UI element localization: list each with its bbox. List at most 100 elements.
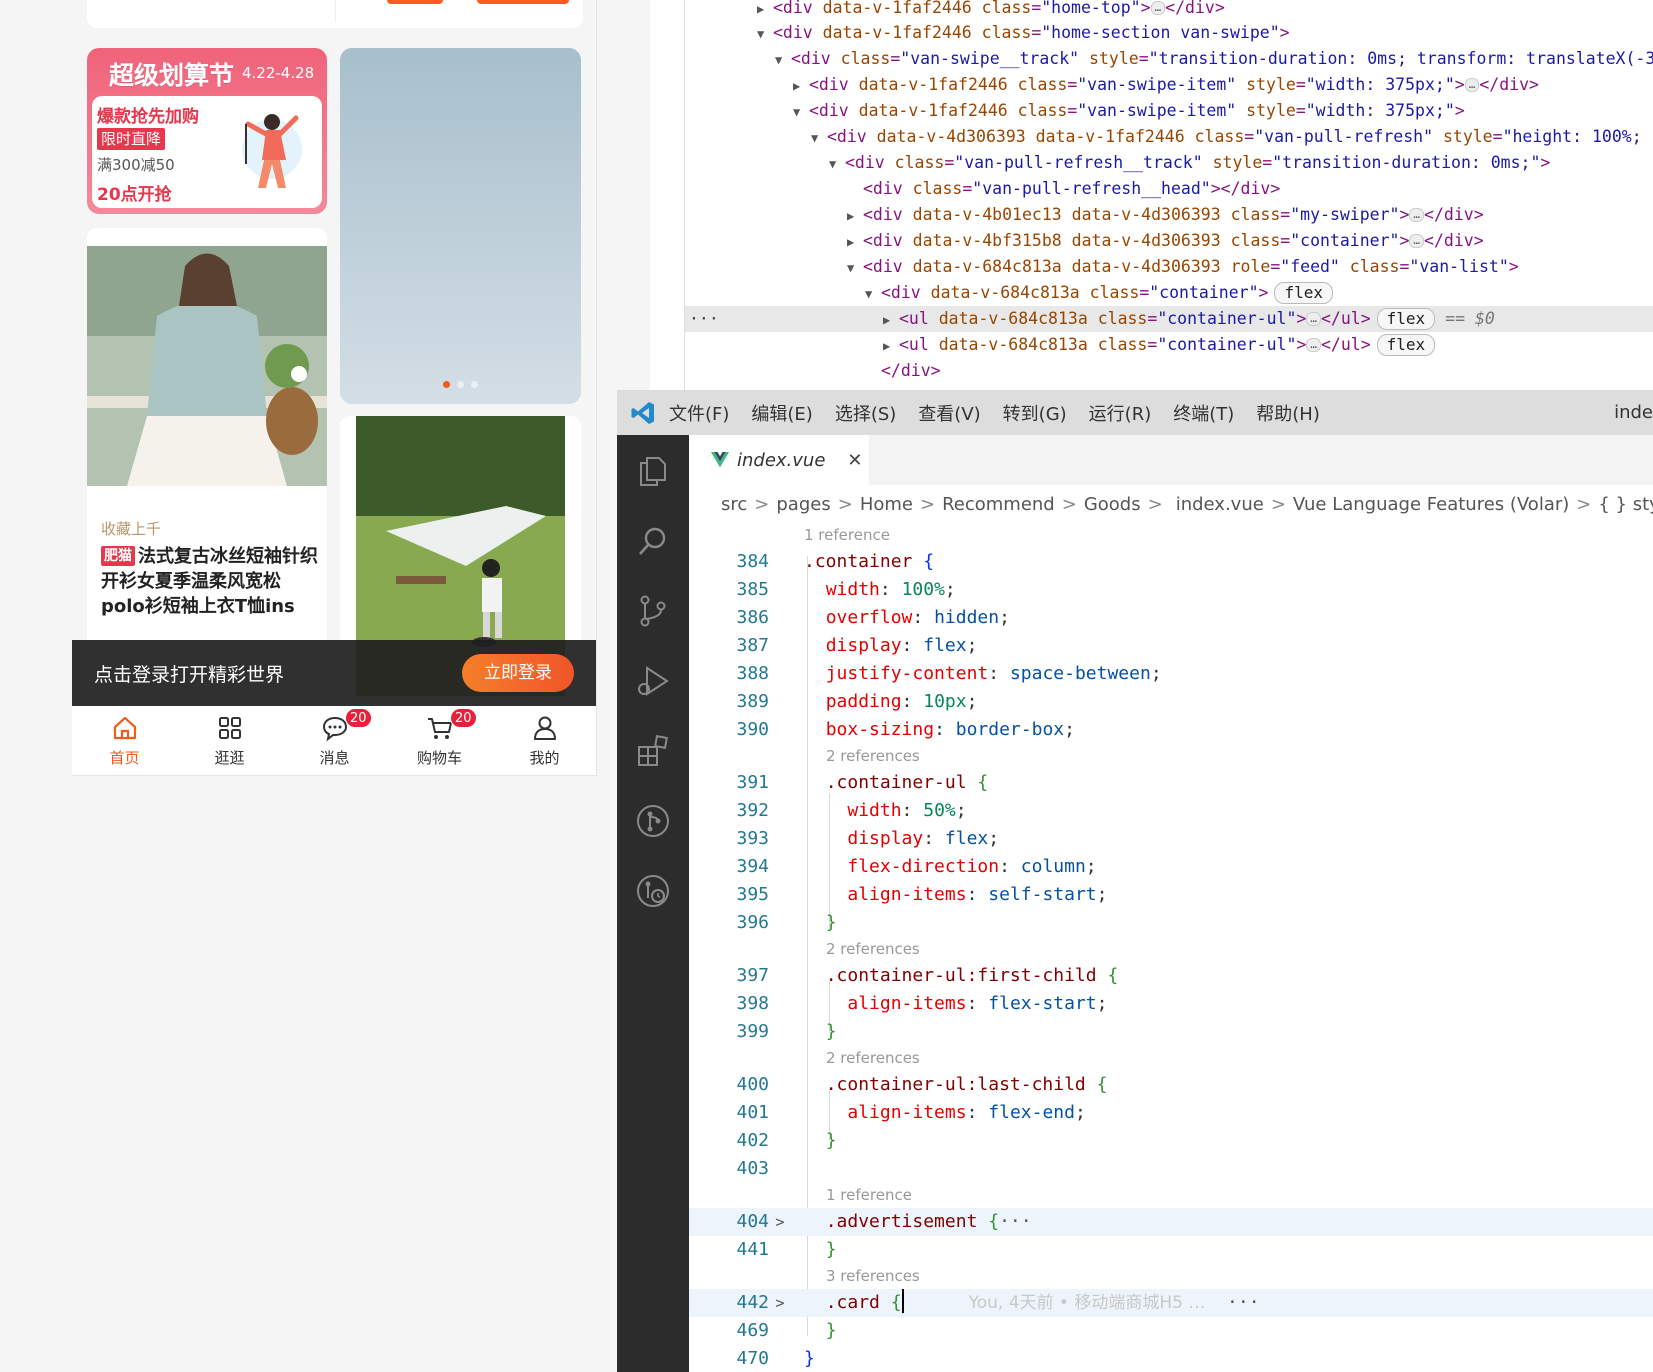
code-lens-references[interactable]: 1 reference <box>804 523 890 547</box>
menu-terminal[interactable]: 终端(T) <box>1173 400 1234 426</box>
dom-tree-node[interactable]: </div> <box>685 358 941 384</box>
product-card[interactable]: 收藏上千 肥猫 法式复古冰丝短袖针织开衫女夏季温柔风宽松polo衫短袖上衣T恤in… <box>87 228 327 648</box>
extensions-icon[interactable] <box>635 733 671 769</box>
swiper-dot[interactable] <box>457 381 464 388</box>
menu-selection[interactable]: 选择(S) <box>835 400 896 426</box>
product-title: 肥猫 法式复古冰丝短袖针织开衫女夏季温柔风宽松polo衫短袖上衣T恤ins <box>101 544 319 619</box>
expand-ellipsis-button[interactable]: … <box>1306 312 1321 326</box>
expand-triangle-icon[interactable]: ▼ <box>757 21 773 47</box>
folded-region-indicator[interactable]: ··· <box>999 1211 1032 1232</box>
folded-region-indicator[interactable]: ··· <box>1227 1292 1260 1313</box>
git-graph-icon[interactable] <box>635 803 671 839</box>
git-history-icon[interactable] <box>635 873 671 909</box>
dom-tree-node[interactable]: ▼ <div class="van-pull-refresh__track" st… <box>685 150 1550 176</box>
dom-tree-node[interactable]: ··· ▶ <ul data-v-684c813a class="container… <box>685 306 1653 332</box>
flex-layout-badge[interactable]: flex <box>1274 282 1333 304</box>
login-button[interactable]: 立即登录 <box>462 654 574 692</box>
dom-tree-node[interactable]: ▶ <div data-v-1faf2446 class="home-top">…… <box>685 0 1225 21</box>
code-lens-references[interactable]: 2 references <box>826 744 920 768</box>
expand-triangle-icon[interactable]: ▼ <box>829 151 845 177</box>
breadcrumb: src > pages > Home > Recommend > Goods > inde… <box>689 485 1653 523</box>
breadcrumb-item[interactable]: Home <box>860 494 913 515</box>
tab-profile[interactable]: 我的 <box>492 706 596 775</box>
orange-button-edge[interactable] <box>477 0 569 4</box>
menu-run[interactable]: 运行(R) <box>1089 400 1152 426</box>
close-icon[interactable]: ✕ <box>847 450 862 471</box>
flex-layout-badge[interactable]: flex <box>1376 334 1436 356</box>
chevron-right-icon[interactable]: > <box>769 1289 791 1317</box>
chevron-right-icon[interactable]: > <box>769 1208 791 1236</box>
expand-triangle-icon[interactable]: ▼ <box>775 47 791 73</box>
flex-layout-badge[interactable]: flex <box>1376 308 1436 330</box>
code-line: 398 align-items: flex-start; <box>736 993 1108 1014</box>
breadcrumb-item[interactable]: pages <box>776 494 830 515</box>
swiper-dot[interactable] <box>471 381 478 388</box>
tab-messages[interactable]: 20 消息 <box>282 706 387 775</box>
selected-node-marker: == $0 <box>1445 309 1495 328</box>
image-swiper[interactable] <box>340 48 581 404</box>
dom-tree-node[interactable]: ▶ <div data-v-4b01ec13 data-v-4d306393 cl… <box>685 202 1484 228</box>
code-line: 404 > .advertisement {··· <box>689 1208 1653 1236</box>
tab-home[interactable]: 首页 <box>72 706 177 775</box>
mobile-preview: 超级划算节 4.22-4.28 爆款抢先加购 限时直降 满300减50 20点开… <box>72 0 597 776</box>
expand-ellipsis-button[interactable]: … <box>1409 234 1425 248</box>
explorer-icon[interactable] <box>635 453 671 489</box>
node-actions-icon[interactable]: ··· <box>689 306 719 332</box>
menu-file[interactable]: 文件(F) <box>669 400 729 426</box>
search-icon[interactable] <box>635 523 671 559</box>
expand-ellipsis-button[interactable]: … <box>1464 78 1480 92</box>
collapse-triangle-icon[interactable]: ▶ <box>847 229 863 255</box>
dom-tree-node[interactable]: ▼ <div class="van-swipe__track" style="tr… <box>685 46 1653 72</box>
menu-go[interactable]: 转到(G) <box>1003 400 1067 426</box>
tab-cart[interactable]: 20 购物车 <box>387 706 492 775</box>
code-lens-references[interactable]: 1 reference <box>826 1183 912 1207</box>
grid-icon <box>218 717 241 739</box>
editor-tab[interactable]: index.vue ✕ <box>689 435 869 485</box>
dom-tree-node[interactable]: ▶ <div data-v-1faf2446 class="van-swipe-i… <box>685 72 1539 98</box>
expand-triangle-icon[interactable]: ▼ <box>865 281 881 307</box>
dom-tree-node[interactable]: <div class="van-pull-refresh__head"></di… <box>685 176 1280 202</box>
code-lens-references[interactable]: 2 references <box>826 1046 920 1070</box>
collapse-triangle-icon[interactable]: ▶ <box>883 333 899 359</box>
dom-tree-node[interactable]: ▼ <div data-v-1faf2446 class="home-sectio… <box>685 20 1290 46</box>
promo-line: 满300减50 <box>97 156 175 174</box>
tab-browse[interactable]: 逛逛 <box>177 706 282 775</box>
collapse-triangle-icon[interactable]: ▶ <box>793 73 809 99</box>
chevron-right-icon: > <box>1576 493 1592 515</box>
collapse-triangle-icon[interactable]: ▶ <box>847 203 863 229</box>
code-lens-references[interactable]: 2 references <box>826 937 920 961</box>
dom-tree-node[interactable]: ▼ <div data-v-684c813a class="container">… <box>685 280 1333 306</box>
collapse-triangle-icon[interactable]: ▶ <box>883 307 899 333</box>
run-debug-icon[interactable] <box>635 663 671 699</box>
expand-triangle-icon[interactable]: ▼ <box>847 255 863 281</box>
dom-tree-node[interactable]: ▼ <div data-v-1faf2446 class="van-swipe-i… <box>685 98 1465 124</box>
menu-help[interactable]: 帮助(H) <box>1256 400 1320 426</box>
orange-button-edge[interactable] <box>387 0 443 4</box>
menu-view[interactable]: 查看(V) <box>918 400 980 426</box>
code-lens-references[interactable]: 3 references <box>826 1264 920 1288</box>
breadcrumb-item[interactable]: { } style scop <box>1598 494 1653 515</box>
menu-edit[interactable]: 编辑(E) <box>751 400 812 426</box>
dom-tree-node[interactable]: ▼ <div data-v-684c813a data-v-4d306393 ro… <box>685 254 1519 280</box>
expand-ellipsis-button[interactable]: … <box>1409 208 1425 222</box>
tab-label: 首页 <box>109 749 140 767</box>
expand-ellipsis-button[interactable]: … <box>1306 338 1321 352</box>
vue-file-icon <box>711 452 729 468</box>
expand-triangle-icon[interactable]: ▼ <box>793 99 809 125</box>
promo-banner[interactable]: 超级划算节 4.22-4.28 爆款抢先加购 限时直降 满300减50 20点开… <box>87 48 327 214</box>
source-control-icon[interactable] <box>635 593 671 629</box>
code-editor[interactable]: 1 reference 384 .container { 385 width: 1… <box>689 523 1653 1372</box>
dom-tree-node[interactable]: ▶ <div data-v-4bf315b8 data-v-4d306393 cl… <box>685 228 1484 254</box>
breadcrumb-item[interactable]: index.vue <box>1176 494 1264 515</box>
vscode-logo-icon <box>617 390 669 435</box>
breadcrumb-item[interactable]: src <box>721 494 747 515</box>
dom-tree-node[interactable]: ▶ <ul data-v-684c813a class="container-ul… <box>685 332 1436 359</box>
breadcrumb-item[interactable]: Recommend <box>942 494 1055 515</box>
expand-ellipsis-button[interactable]: … <box>1150 1 1166 15</box>
dom-tree-node[interactable]: ▼ <div data-v-4d306393 data-v-1faf2446 cl… <box>685 124 1642 150</box>
swiper-dot[interactable] <box>443 381 450 388</box>
breadcrumb-item[interactable]: Vue Language Features (Volar) <box>1293 494 1569 515</box>
collapse-triangle-icon[interactable]: ▶ <box>757 0 773 22</box>
expand-triangle-icon[interactable]: ▼ <box>811 125 827 151</box>
breadcrumb-item[interactable]: Goods <box>1084 494 1141 515</box>
